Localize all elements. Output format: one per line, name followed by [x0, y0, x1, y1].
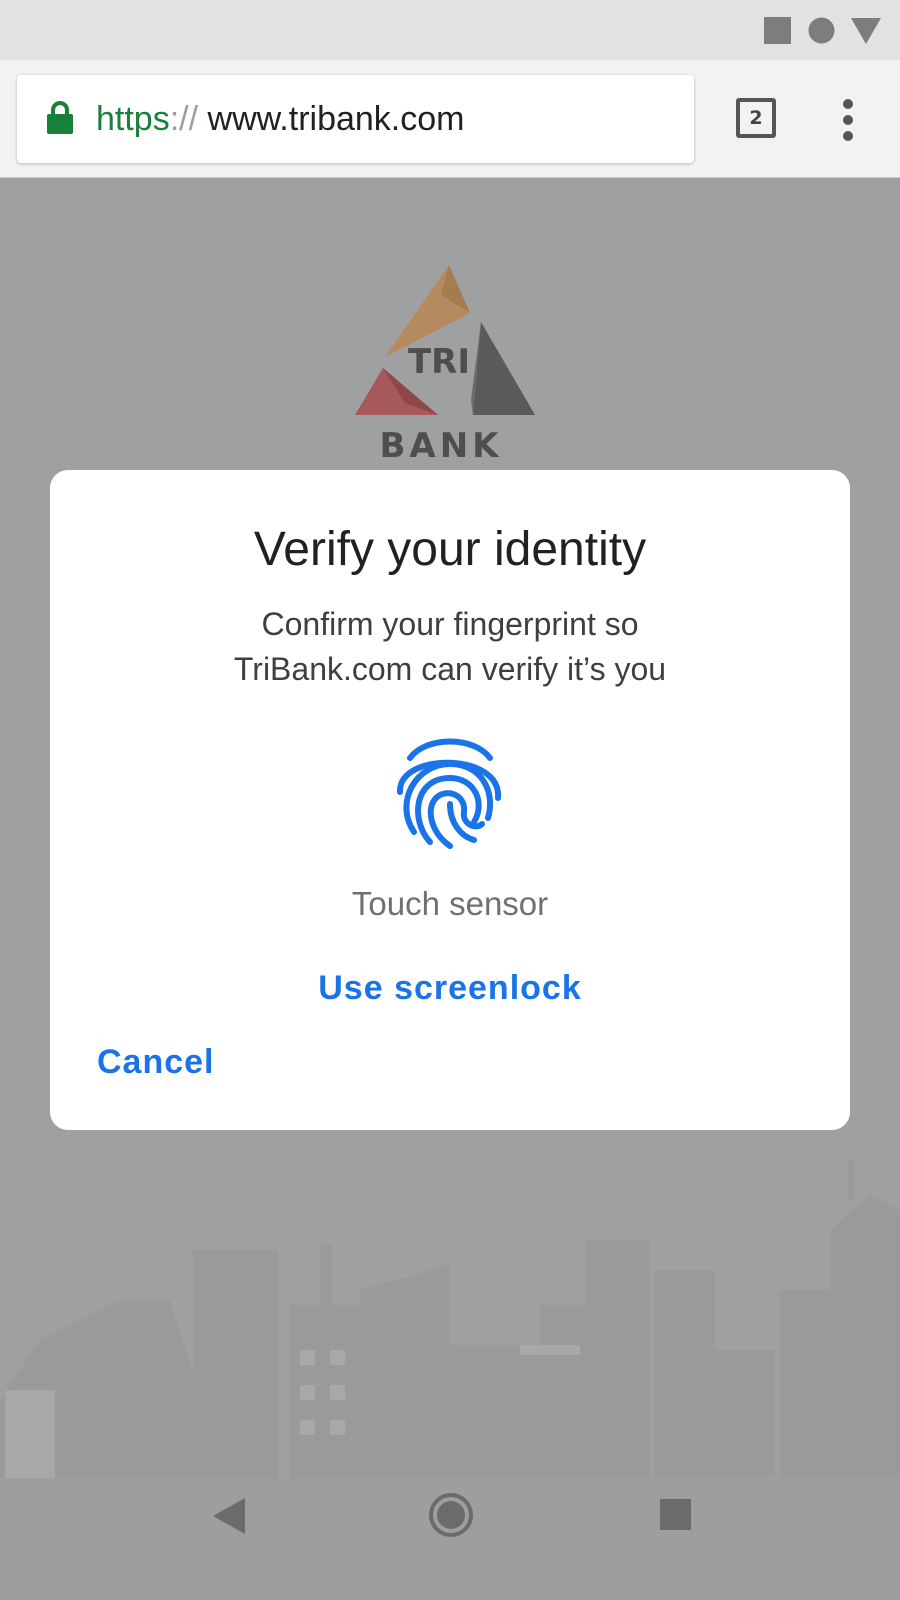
- tab-switcher-icon[interactable]: 2: [736, 98, 776, 138]
- dialog-message-line1: Confirm your fingerprint so: [261, 606, 639, 642]
- dialog-title: Verify your identity: [253, 523, 647, 576]
- overflow-menu-icon[interactable]: [830, 98, 866, 142]
- url-separator: ://: [169, 100, 199, 138]
- city-skyline-image: [0, 1160, 900, 1478]
- home-icon[interactable]: [428, 1492, 474, 1538]
- dialog-message-line2: TriBank.com can verify it’s you: [233, 651, 667, 687]
- use-screenlock-button[interactable]: Use screenlock: [250, 966, 650, 1010]
- lock-icon: [47, 101, 73, 134]
- status-bar: [0, 0, 900, 60]
- url-scheme: https: [96, 100, 170, 138]
- navigation-bar: [0, 1478, 900, 1600]
- touch-sensor-label: Touch sensor: [351, 885, 549, 922]
- square-icon: [764, 17, 791, 44]
- dialog-message: Confirm your fingerprint so TriBank.com …: [150, 602, 750, 692]
- circle-icon: [808, 17, 835, 44]
- address-bar[interactable]: https:// www.tribank.com: [17, 75, 694, 163]
- recents-icon[interactable]: [660, 1499, 691, 1530]
- back-icon[interactable]: [213, 1498, 245, 1534]
- triangle-icon: [851, 18, 881, 44]
- tribank-logo: TRI BANK: [355, 265, 535, 466]
- svg-text:TRI: TRI: [408, 342, 470, 382]
- url-text[interactable]: https:// www.tribank.com: [96, 97, 464, 141]
- cancel-button[interactable]: Cancel: [97, 1040, 215, 1084]
- svg-text:BANK: BANK: [379, 426, 502, 466]
- tab-count: 2: [749, 107, 763, 129]
- verify-identity-dialog: Verify your identity Confirm your finger…: [50, 470, 850, 1130]
- browser-toolbar: https:// www.tribank.com 2: [0, 60, 900, 178]
- fingerprint-icon: [396, 738, 502, 849]
- url-host: www.tribank.com: [207, 100, 465, 138]
